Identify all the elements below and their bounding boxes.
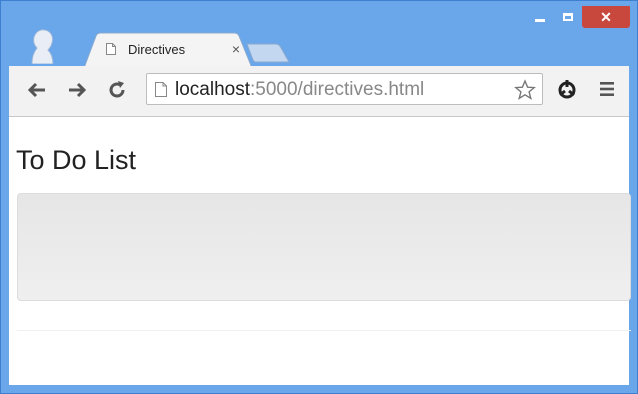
back-button[interactable] <box>25 78 49 102</box>
browser-window: ✕ Directives × localhost:5000/directives… <box>0 0 638 394</box>
minimize-icon <box>535 18 545 22</box>
url-path: :5000/directives.html <box>250 79 425 100</box>
page-icon <box>155 82 167 97</box>
forward-icon <box>69 82 87 98</box>
reload-button[interactable] <box>105 78 129 102</box>
url-host: localhost <box>175 79 250 100</box>
close-icon: ✕ <box>600 8 612 25</box>
url-text: localhost:5000/directives.html <box>175 79 424 101</box>
maximize-icon <box>563 13 573 21</box>
forward-button[interactable] <box>65 78 89 102</box>
page-title: To Do List <box>16 145 137 175</box>
todo-panel <box>17 193 631 301</box>
tab-content: Directives × <box>106 38 246 60</box>
minimize-button[interactable] <box>526 6 554 28</box>
menu-icon[interactable] <box>599 81 615 97</box>
back-icon <box>27 82 45 98</box>
extension-icon[interactable] <box>555 78 579 102</box>
tab-close-button[interactable]: × <box>232 41 240 57</box>
window-controls: ✕ <box>526 6 630 34</box>
page-content: To Do List <box>9 117 631 385</box>
browser-toolbar: localhost:5000/directives.html <box>9 66 629 117</box>
maximize-button[interactable] <box>554 6 582 28</box>
page-icon <box>106 43 116 55</box>
star-icon[interactable] <box>514 79 536 101</box>
address-bar[interactable]: localhost:5000/directives.html <box>146 73 543 105</box>
profile-icon[interactable] <box>28 28 58 64</box>
tab-title: Directives <box>128 41 186 57</box>
reload-icon <box>109 81 125 98</box>
close-window-button[interactable]: ✕ <box>582 6 630 28</box>
divider <box>17 330 631 331</box>
new-tab-button[interactable] <box>246 43 290 63</box>
